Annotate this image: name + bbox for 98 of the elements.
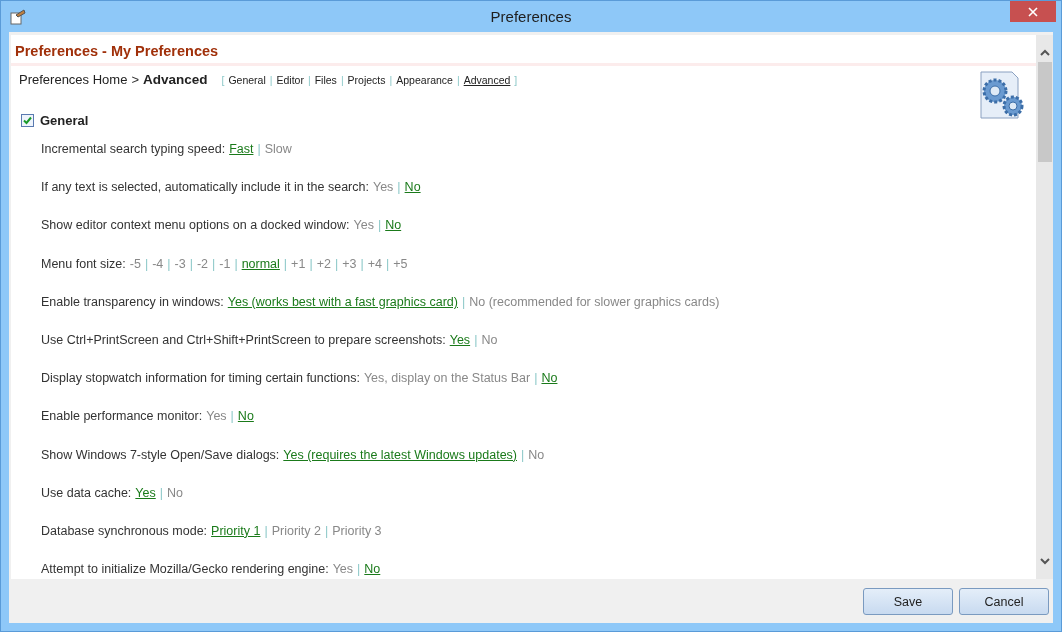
setting-label: Use Ctrl+PrintScreen and Ctrl+Shift+PrintScreen to prepare screenshots:: [41, 332, 446, 347]
close-icon: [1028, 6, 1038, 17]
breadcrumb-link[interactable]: Preferences Home: [19, 72, 128, 87]
window-title: Preferences: [490, 8, 572, 25]
separator: |: [307, 74, 311, 86]
separator: |: [389, 74, 393, 86]
separator: |: [212, 256, 216, 271]
option-link[interactable]: No: [385, 218, 402, 233]
setting-label: Menu font size:: [41, 256, 126, 271]
option-link[interactable]: Yes: [206, 409, 227, 424]
option-link[interactable]: Priority 3: [332, 523, 382, 538]
option-link[interactable]: +2: [316, 256, 331, 271]
separator: |: [167, 256, 171, 271]
option-link[interactable]: No: [404, 180, 421, 195]
nav-link[interactable]: Projects: [347, 74, 386, 86]
separator: |: [521, 447, 525, 462]
close-button[interactable]: [1010, 1, 1056, 22]
breadcrumb-separator: >: [131, 72, 139, 87]
option-link[interactable]: Yes: [372, 180, 394, 195]
option-link[interactable]: Yes: [449, 332, 471, 347]
separator: |: [283, 256, 288, 271]
option-link[interactable]: No: [167, 485, 183, 500]
option-link[interactable]: -5: [129, 256, 141, 271]
option-link[interactable]: -4: [152, 256, 164, 271]
breadcrumb-current: Advanced: [143, 72, 208, 87]
option-link[interactable]: -3: [174, 256, 186, 271]
separator: |: [461, 294, 466, 309]
setting-label: Attempt to initialize Mozilla/Gecko rendering engine:: [41, 562, 329, 577]
setting-label: Enable performance monitor:: [41, 409, 203, 424]
separator: |: [334, 256, 339, 271]
dialog-button[interactable]: Cancel: [959, 588, 1049, 615]
app-icon: [10, 8, 26, 25]
separator: |: [257, 142, 261, 156]
scroll-down-icon[interactable]: [1039, 558, 1050, 565]
option-link[interactable]: Yes (works best with a fast graphics card): [227, 294, 458, 309]
setting-label: Database synchronous mode:: [41, 523, 208, 538]
option-link[interactable]: No: [481, 332, 498, 347]
separator: |: [309, 256, 313, 271]
option-link[interactable]: No: [528, 447, 545, 462]
dialog-button[interactable]: Save: [863, 588, 953, 615]
setting-label: Show editor context menu options on a docked window:: [41, 218, 350, 233]
setting-label: Use data cache:: [41, 485, 132, 500]
separator: |: [234, 256, 238, 271]
option-link[interactable]: +4: [367, 256, 382, 271]
option-link[interactable]: No: [541, 371, 558, 386]
option-link[interactable]: No: [364, 562, 381, 577]
option-link[interactable]: -2: [196, 256, 208, 271]
separator: |: [377, 218, 382, 233]
bracket: ]: [514, 74, 518, 86]
section-title: General: [40, 113, 89, 128]
option-link[interactable]: -1: [219, 256, 231, 271]
option-link[interactable]: Yes: [332, 562, 354, 577]
option-link[interactable]: +1: [291, 256, 306, 271]
option-link[interactable]: Yes: [353, 218, 374, 233]
nav-link[interactable]: General: [228, 74, 266, 86]
option-link[interactable]: No (recommended for slower graphics cards): [469, 294, 720, 309]
option-link[interactable]: Slow: [264, 142, 292, 156]
separator: |: [340, 74, 344, 86]
separator: |: [144, 256, 149, 271]
nav-link[interactable]: Files: [314, 74, 337, 86]
option-link[interactable]: Priority 1: [211, 523, 261, 538]
checkbox[interactable]: [21, 114, 34, 127]
page-title: Preferences - My Preferences: [11, 35, 1036, 66]
setting-label: Enable transparency in windows:: [41, 294, 224, 309]
option-link[interactable]: Fast: [229, 142, 254, 156]
nav-link[interactable]: Editor: [276, 74, 304, 86]
option-link[interactable]: +5: [393, 256, 408, 271]
bracket: [: [221, 74, 225, 86]
separator: |: [230, 409, 234, 424]
setting-label: Incremental search typing speed:: [41, 142, 226, 156]
option-link[interactable]: Yes: [135, 485, 156, 500]
scrollbar[interactable]: [1036, 35, 1053, 579]
scroll-up-icon[interactable]: [1039, 49, 1050, 56]
separator: |: [360, 256, 364, 271]
option-link[interactable]: normal: [241, 256, 280, 271]
setting-label: Show Windows 7-style Open/Save dialogs:: [41, 447, 280, 462]
option-link[interactable]: Priority 2: [271, 523, 321, 538]
option-link[interactable]: Yes, display on the Status Bar: [363, 371, 531, 386]
nav-link[interactable]: Appearance: [396, 74, 453, 86]
setting-label: Display stopwatch information for timing certain functions:: [41, 371, 360, 386]
separator: |: [325, 523, 329, 538]
separator: |: [357, 562, 361, 577]
separator: |: [474, 332, 478, 347]
separator: |: [456, 74, 460, 86]
separator: |: [397, 180, 401, 195]
separator: |: [159, 485, 163, 500]
scroll-thumb[interactable]: [1037, 62, 1052, 162]
separator: |: [385, 256, 390, 271]
separator: |: [534, 371, 538, 386]
nav-link[interactable]: Advanced: [463, 74, 511, 86]
setting-label: If any text is selected, automatically include it in the search:: [41, 180, 369, 195]
option-link[interactable]: Yes (requires the latest Windows updates): [283, 447, 517, 462]
separator: |: [269, 74, 273, 86]
gears-document-icon: [980, 71, 1026, 119]
option-link[interactable]: +3: [342, 256, 357, 271]
separator: |: [189, 256, 193, 271]
separator: |: [264, 523, 268, 538]
option-link[interactable]: No: [237, 409, 254, 424]
